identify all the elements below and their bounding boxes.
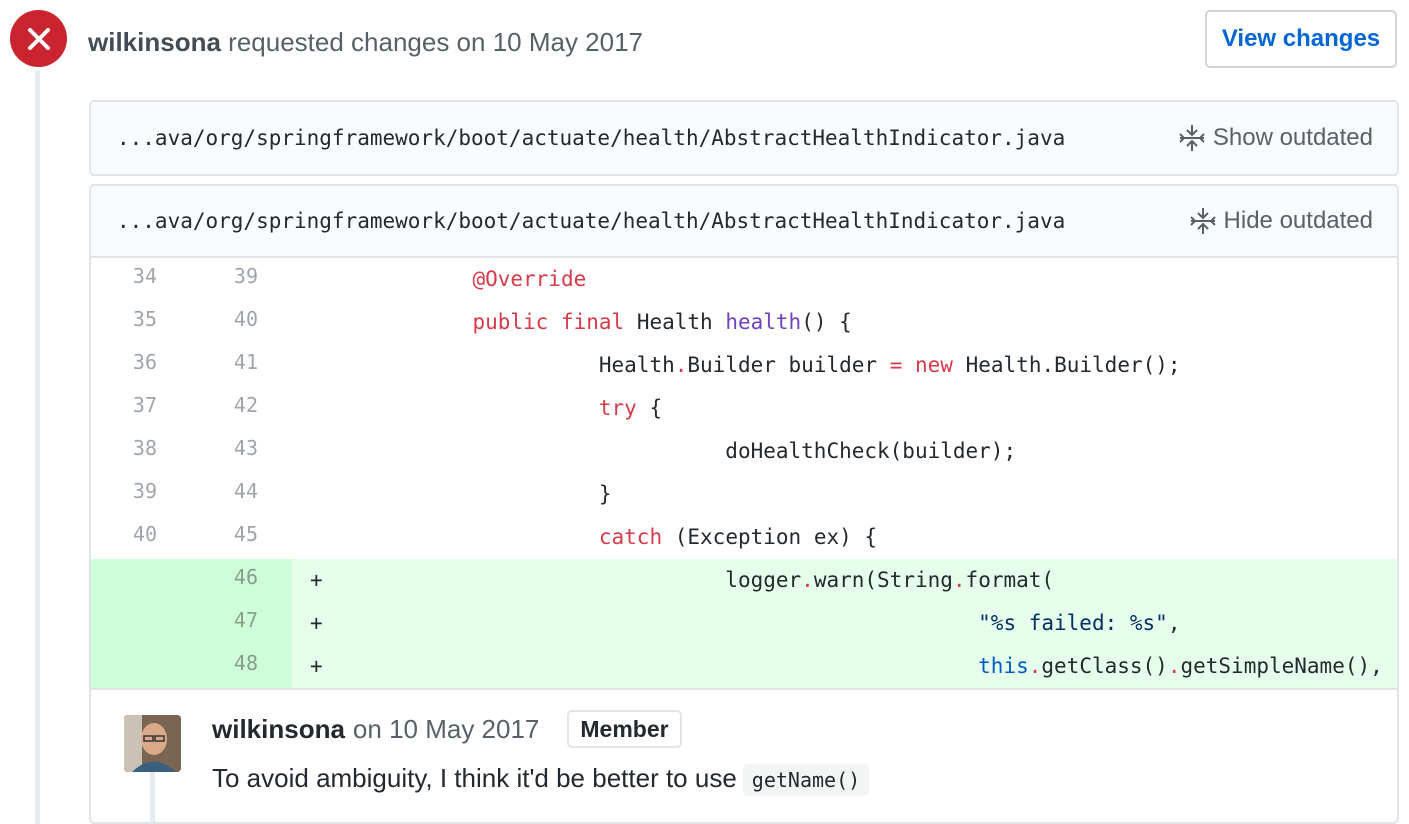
review-header: wilkinsona requested changes on 10 May 2…: [88, 26, 643, 58]
new-line-number[interactable]: 39: [191, 258, 292, 301]
diff-sign: [292, 301, 346, 344]
code-line: logger.warn(String.format(: [725, 568, 1055, 592]
old-line-number[interactable]: [91, 559, 191, 602]
code-line: doHealthCheck(builder);: [725, 439, 1017, 463]
diff-line: 38 43 doHealthCheck(builder);: [91, 430, 1397, 473]
file-header: ...ava/org/springframework/boot/actuate/…: [91, 102, 1397, 174]
old-line-number[interactable]: 40: [91, 516, 191, 559]
timeline-line: [35, 64, 40, 824]
code-line: "%s failed: %s",: [978, 611, 1181, 635]
comment-text: To avoid ambiguity, I think it'd be bett…: [212, 763, 737, 793]
diff-sign: [292, 430, 346, 473]
review-author-link[interactable]: wilkinsona: [88, 27, 221, 57]
diff-code-block: 34 39 @Override 35 40 public final Healt…: [91, 258, 1397, 688]
view-changes-button[interactable]: View changes: [1205, 10, 1397, 68]
outdated-file-collapsed: ...ava/org/springframework/boot/actuate/…: [89, 100, 1399, 176]
show-outdated-label: Show outdated: [1212, 124, 1373, 151]
fold-icon: [1189, 208, 1216, 234]
diff-sign: +: [310, 611, 323, 635]
old-line-number[interactable]: 36: [91, 344, 191, 387]
review-action-text: requested changes on 10 May 2017: [228, 27, 644, 57]
code-line: }: [598, 482, 612, 506]
file-path[interactable]: ...ava/org/springframework/boot/actuate/…: [117, 209, 1065, 233]
diff-line-added: 48 + this.getClass().getSimpleName(),: [91, 645, 1397, 688]
outdated-file-expanded: ...ava/org/springframework/boot/actuate/…: [89, 184, 1399, 824]
diff-line-added: 46 + logger.warn(String.format(: [91, 559, 1397, 602]
new-line-number[interactable]: 45: [191, 516, 292, 559]
hide-outdated-label: Hide outdated: [1223, 207, 1373, 234]
comment-body: To avoid ambiguity, I think it'd be bett…: [212, 762, 870, 796]
old-line-number[interactable]: [91, 602, 191, 645]
new-line-number[interactable]: 46: [191, 559, 292, 602]
old-line-number[interactable]: [91, 645, 191, 688]
diff-line: 35 40 public final Health health() {: [91, 301, 1397, 344]
diff-line: 40 45 catch (Exception ex) {: [91, 516, 1397, 559]
file-header: ...ava/org/springframework/boot/actuate/…: [91, 186, 1397, 258]
code-line: catch (Exception ex) {: [598, 525, 878, 549]
diff-sign: +: [310, 654, 323, 678]
new-line-number[interactable]: 47: [191, 602, 292, 645]
code-line: Health.Builder builder = new Health.Buil…: [598, 353, 1181, 377]
member-badge: Member: [567, 710, 682, 748]
show-outdated-button[interactable]: Show outdated: [1177, 123, 1373, 153]
diff-line-added: 47 + "%s failed: %s",: [91, 602, 1397, 645]
old-line-number[interactable]: 34: [91, 258, 191, 301]
file-path[interactable]: ...ava/org/springframework/boot/actuate/…: [117, 126, 1065, 150]
avatar-photo: [124, 715, 181, 772]
avatar[interactable]: [124, 715, 181, 772]
hide-outdated-button[interactable]: Hide outdated: [1188, 206, 1373, 236]
review-comment: wilkinsona on 10 May 2017 Member To avoi…: [91, 688, 1397, 822]
diff-sign: [292, 516, 346, 559]
old-line-number[interactable]: 38: [91, 430, 191, 473]
code-line: public final Health health() {: [472, 310, 852, 334]
comment-meta: wilkinsona on 10 May 2017 Member: [212, 710, 682, 748]
code-line: try {: [598, 396, 663, 420]
inline-code: getName(): [742, 764, 870, 796]
unfold-icon: [1179, 125, 1205, 151]
diff-line: 34 39 @Override: [91, 258, 1397, 301]
new-line-number[interactable]: 48: [191, 645, 292, 688]
diff-sign: [292, 258, 346, 301]
old-line-number[interactable]: 37: [91, 387, 191, 430]
new-line-number[interactable]: 41: [191, 344, 292, 387]
code-line: this.getClass().getSimpleName(),: [978, 654, 1383, 678]
diff-sign: [292, 344, 346, 387]
diff-line: 36 41 Health.Builder builder = new Healt…: [91, 344, 1397, 387]
new-line-number[interactable]: 44: [191, 473, 292, 516]
code-line: @Override: [472, 267, 587, 291]
old-line-number[interactable]: 35: [91, 301, 191, 344]
old-line-number[interactable]: 39: [91, 473, 191, 516]
new-line-number[interactable]: 43: [191, 430, 292, 473]
diff-line: 37 42 try {: [91, 387, 1397, 430]
new-line-number[interactable]: 42: [191, 387, 292, 430]
diff-sign: +: [310, 568, 323, 592]
diff-sign: [292, 387, 346, 430]
diff-line: 39 44 }: [91, 473, 1397, 516]
changes-requested-icon: [10, 10, 67, 67]
comment-author-link[interactable]: wilkinsona: [212, 713, 345, 745]
diff-sign: [292, 473, 346, 516]
comment-date[interactable]: on 10 May 2017: [353, 713, 539, 745]
new-line-number[interactable]: 40: [191, 301, 292, 344]
